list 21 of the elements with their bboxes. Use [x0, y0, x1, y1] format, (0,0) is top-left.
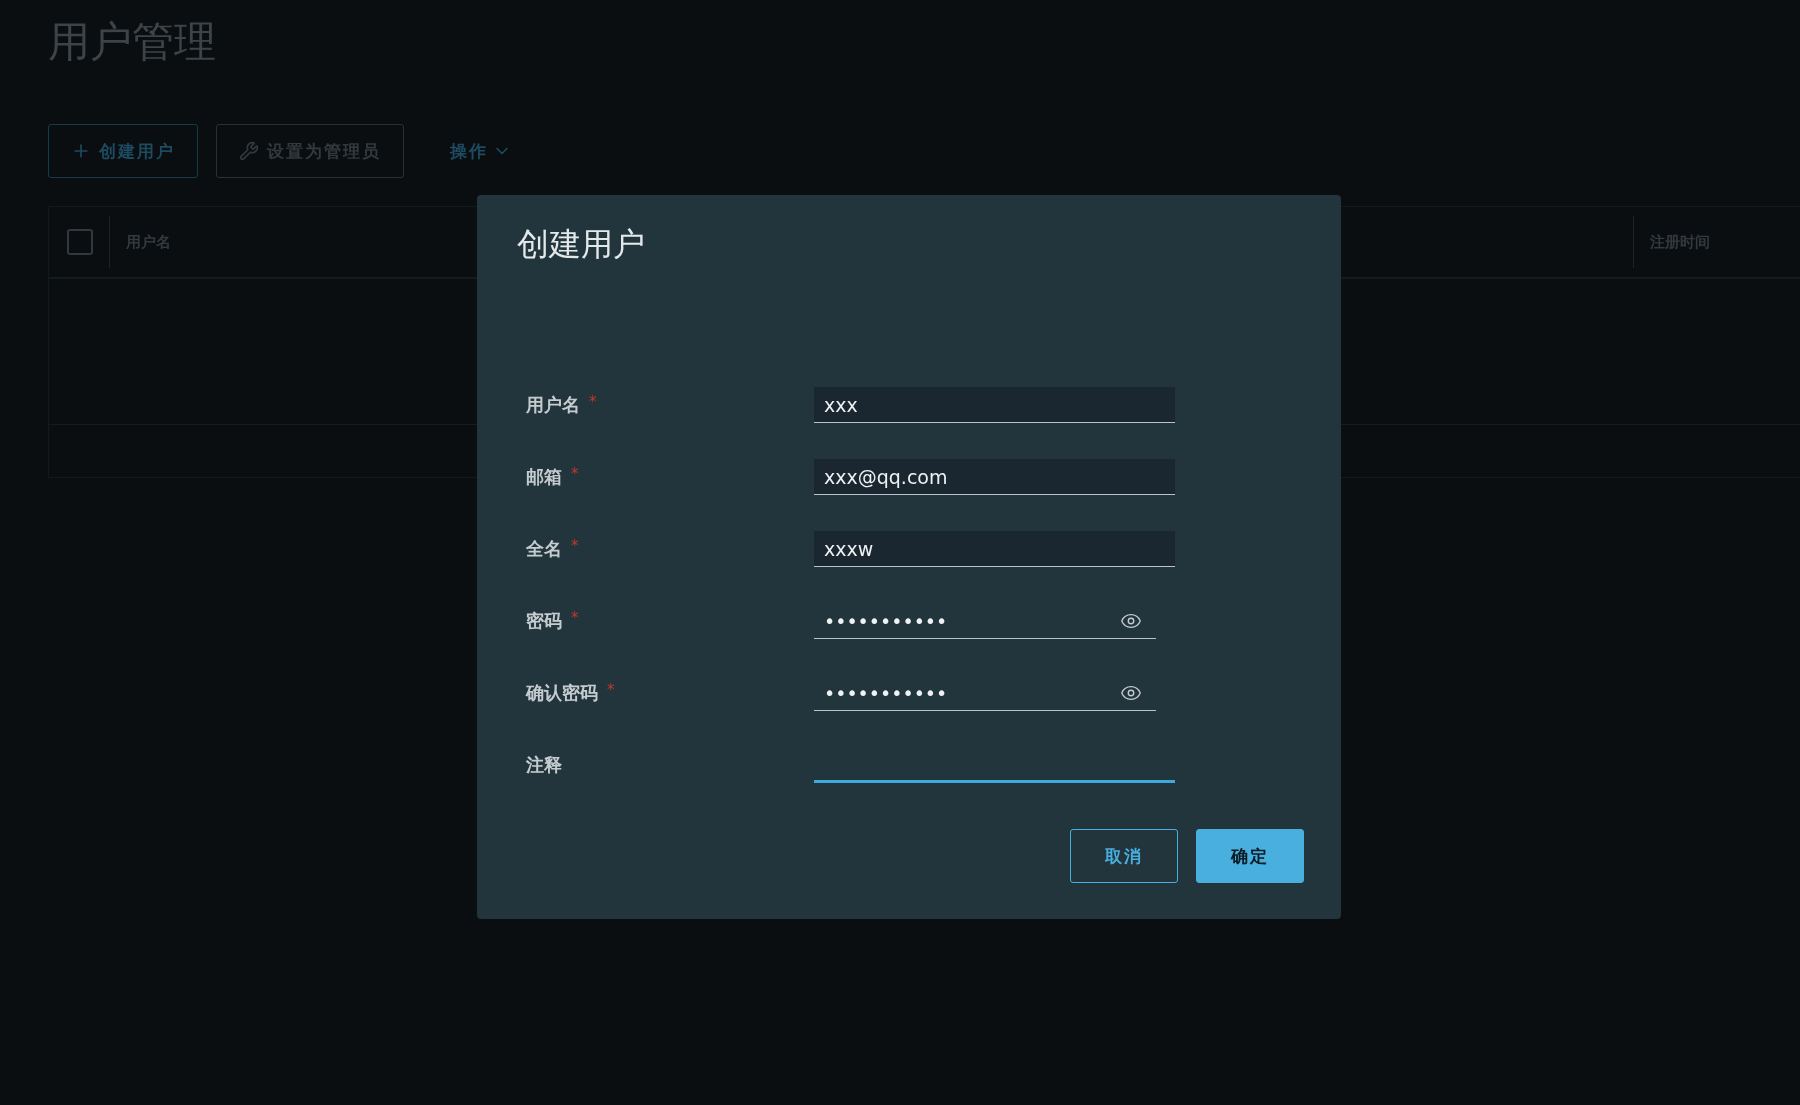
field-label: 用户名: [526, 393, 580, 417]
cancel-button[interactable]: 取消: [1070, 829, 1178, 883]
required-mark: *: [589, 393, 597, 411]
required-mark: *: [571, 609, 579, 627]
wrench-icon: [239, 141, 259, 161]
select-all-checkbox[interactable]: [67, 229, 93, 255]
field-label: 确认密码: [526, 681, 598, 705]
required-mark: *: [571, 537, 579, 555]
confirm-button[interactable]: 确定: [1196, 829, 1304, 883]
password-field[interactable]: •••••••••••: [814, 675, 1156, 711]
field-label: 注释: [526, 753, 562, 777]
password-field[interactable]: •••••••••••: [814, 603, 1156, 639]
dialog-title: 创建用户: [517, 224, 646, 265]
field-label: 全名: [526, 537, 562, 561]
input-field[interactable]: xxxw: [814, 531, 1175, 567]
required-mark: *: [571, 465, 579, 483]
field-label: 邮箱: [526, 465, 562, 489]
required-mark: *: [607, 681, 615, 699]
input-field[interactable]: xxx: [814, 387, 1175, 423]
input-field[interactable]: xxx@qq.com: [814, 459, 1175, 495]
field-label: 密码: [526, 609, 562, 633]
